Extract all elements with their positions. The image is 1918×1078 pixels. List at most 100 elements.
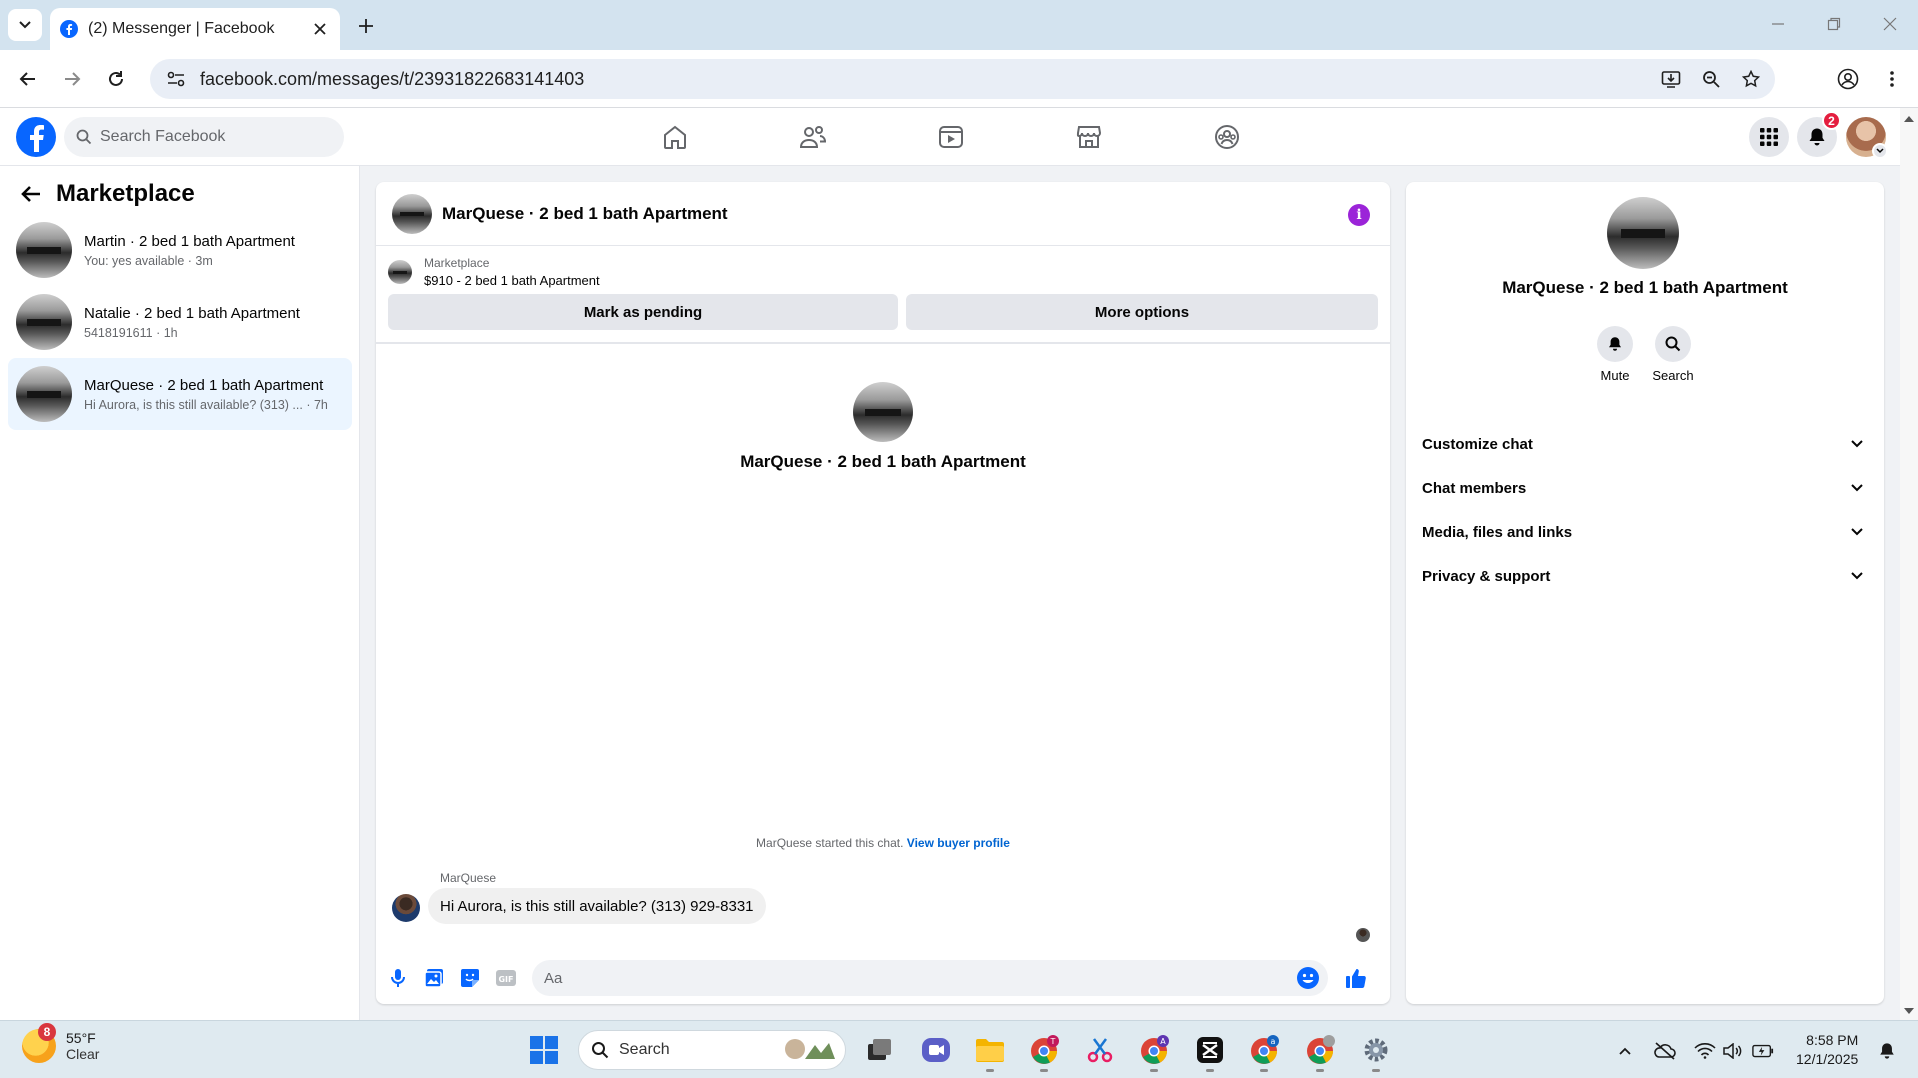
page-scrollbar[interactable] [1900, 108, 1918, 1020]
task-view-button[interactable] [862, 1032, 898, 1068]
install-app-button[interactable] [1655, 63, 1687, 95]
chat-list-pane: Marketplace Martin · 2 bed 1 bath Apartm… [0, 166, 360, 1020]
chat-name: Martin · 2 bed 1 bath Apartment [84, 232, 295, 250]
back-arrow-icon[interactable] [20, 184, 42, 204]
chat-list-item-active[interactable]: MarQuese · 2 bed 1 bath Apartment Hi Aur… [8, 358, 352, 430]
bookmark-button[interactable] [1735, 63, 1767, 95]
sticker-icon[interactable] [452, 960, 488, 996]
chrome-profile-a-app[interactable]: A [1136, 1032, 1172, 1068]
message-bubble[interactable]: Hi Aurora, is this still available? (313… [428, 888, 766, 924]
privacy-support-section[interactable]: Privacy & support [1414, 556, 1876, 596]
sender-avatar[interactable] [392, 894, 420, 922]
tab-search-button[interactable] [8, 9, 42, 41]
account-circle-icon [1837, 68, 1859, 90]
apartment-avatar [16, 294, 72, 350]
system-clock[interactable]: 8:58 PM 12/1/2025 [1796, 1031, 1858, 1069]
running-indicator [1206, 1069, 1214, 1072]
chat-list-item[interactable]: Natalie · 2 bed 1 bath Apartment 5418191… [8, 286, 352, 358]
photo-icon[interactable] [416, 960, 452, 996]
info-icon[interactable]: i [1348, 204, 1370, 226]
microphone-icon[interactable] [380, 960, 416, 996]
media-files-links-section[interactable]: Media, files and links [1414, 512, 1876, 552]
mute-button[interactable]: Mute [1585, 326, 1645, 383]
like-button[interactable] [1338, 960, 1374, 996]
weather-widget[interactable]: 8 55°F Clear [22, 1023, 99, 1063]
battery-icon[interactable] [1752, 1040, 1774, 1062]
nav-groups[interactable] [1212, 122, 1242, 152]
chat-list-item[interactable]: Martin · 2 bed 1 bath Apartment You: yes… [8, 214, 352, 286]
account-chevron-icon[interactable] [1872, 143, 1888, 159]
scroll-up-icon [1904, 116, 1914, 122]
customize-chat-section[interactable]: Customize chat [1414, 424, 1876, 464]
more-options-button[interactable]: More options [906, 294, 1378, 330]
clock-date: 12/1/2025 [1796, 1051, 1859, 1067]
friends-icon [799, 126, 827, 148]
facebook-search-input[interactable]: Search Facebook [64, 117, 344, 157]
nav-marketplace[interactable] [1074, 122, 1104, 152]
arrow-left-icon [19, 72, 35, 86]
new-tab-button[interactable] [352, 12, 380, 40]
menu-button[interactable] [1749, 117, 1789, 157]
nav-video[interactable] [936, 122, 966, 152]
wifi-icon[interactable] [1694, 1040, 1716, 1062]
onedrive-offline-icon[interactable] [1654, 1040, 1676, 1062]
notification-center-icon[interactable] [1876, 1040, 1898, 1062]
volume-icon[interactable] [1722, 1040, 1744, 1062]
conversation-title[interactable]: MarQuese · 2 bed 1 bath Apartment [442, 204, 728, 224]
folder-icon [976, 1039, 1004, 1062]
back-button[interactable] [12, 63, 44, 95]
mark-as-pending-button[interactable]: Mark as pending [388, 294, 898, 330]
emoji-icon[interactable] [1296, 966, 1320, 990]
minimize-button[interactable] [1758, 10, 1798, 38]
restore-button[interactable] [1814, 10, 1854, 38]
arrow-right-icon [65, 72, 81, 86]
star-icon [1742, 70, 1760, 88]
listing-price[interactable]: $910 - 2 bed 1 bath Apartment [424, 273, 600, 288]
minimize-icon [1772, 23, 1784, 25]
view-buyer-profile-link[interactable]: View buyer profile [907, 836, 1010, 850]
chat-members-section[interactable]: Chat members [1414, 468, 1876, 508]
conversation-avatar[interactable] [392, 193, 432, 234]
show-hidden-icons-button[interactable] [1614, 1040, 1636, 1062]
bell-icon [1809, 128, 1825, 146]
notification-badge: 2 [1822, 111, 1841, 130]
message-composer: GIF Aa [376, 952, 1390, 1004]
chrome-profile-c-app[interactable] [1302, 1032, 1338, 1068]
start-button[interactable] [526, 1032, 562, 1068]
taskbar-search[interactable]: Search [578, 1030, 846, 1070]
reload-button[interactable] [100, 63, 132, 95]
message-input[interactable]: Aa [532, 960, 1328, 996]
search-conversation-button[interactable]: Search [1643, 326, 1703, 383]
browser-tab-active[interactable]: (2) Messenger | Facebook [50, 8, 340, 50]
nav-home[interactable] [660, 122, 690, 152]
listing-thumbnail[interactable] [388, 260, 412, 284]
capcut-app[interactable] [1192, 1032, 1228, 1068]
scissors-icon [1087, 1038, 1113, 1063]
file-explorer-app[interactable] [972, 1032, 1008, 1068]
groups-icon [1215, 125, 1239, 149]
notifications-button[interactable]: 2 [1797, 111, 1841, 157]
window-close-button[interactable] [1870, 10, 1910, 38]
info-avatar[interactable] [1607, 197, 1679, 269]
chrome-profile-t-app[interactable]: T [1026, 1032, 1062, 1068]
address-bar[interactable]: facebook.com/messages/t/2393182268314140… [150, 59, 1775, 99]
teams-chat-app[interactable] [918, 1032, 954, 1068]
profile-button[interactable] [1832, 63, 1864, 95]
browser-menu-button[interactable] [1876, 63, 1908, 95]
forward-button[interactable] [56, 63, 88, 95]
grid-menu-icon [1760, 128, 1778, 146]
zoom-button[interactable] [1695, 63, 1727, 95]
snipping-tool-app[interactable] [1082, 1032, 1118, 1068]
conversation-header: MarQuese · 2 bed 1 bath Apartment i [376, 182, 1390, 246]
chrome-profile-b-app[interactable]: a [1246, 1032, 1282, 1068]
weather-temperature: 55°F [66, 1030, 96, 1046]
chevron-down-icon [1851, 484, 1863, 492]
facebook-logo-icon[interactable] [16, 117, 56, 157]
nav-friends[interactable] [798, 122, 828, 152]
tab-close-icon[interactable] [310, 19, 330, 39]
close-icon [1883, 17, 1897, 31]
gif-icon[interactable]: GIF [488, 960, 524, 996]
settings-app[interactable] [1358, 1032, 1394, 1068]
site-info-icon[interactable] [156, 70, 196, 88]
running-indicator [1040, 1069, 1048, 1072]
